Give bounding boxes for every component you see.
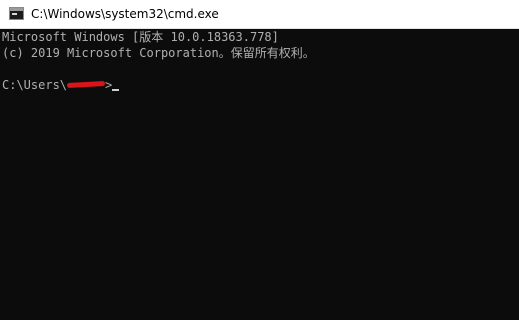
cmd-app-icon[interactable] <box>9 7 24 20</box>
console-output[interactable]: Microsoft Windows [版本 10.0.18363.778] (c… <box>2 29 519 320</box>
redacted-username <box>66 81 106 88</box>
cmd-window: C:\Windows\system32\cmd.exe Microsoft Wi… <box>0 0 519 320</box>
copyright-line: (c) 2019 Microsoft Corporation。保留所有权利。 <box>2 46 315 60</box>
version-line: Microsoft Windows [版本 10.0.18363.778] <box>2 30 279 44</box>
command-prompt[interactable]: C:\Users\ > <box>2 77 120 93</box>
prompt-symbol: > <box>105 78 113 92</box>
window-title: C:\Windows\system32\cmd.exe <box>31 7 219 21</box>
prompt-path: C:\Users\ <box>2 78 68 92</box>
text-cursor <box>112 89 120 91</box>
title-bar[interactable]: C:\Windows\system32\cmd.exe <box>0 0 519 29</box>
